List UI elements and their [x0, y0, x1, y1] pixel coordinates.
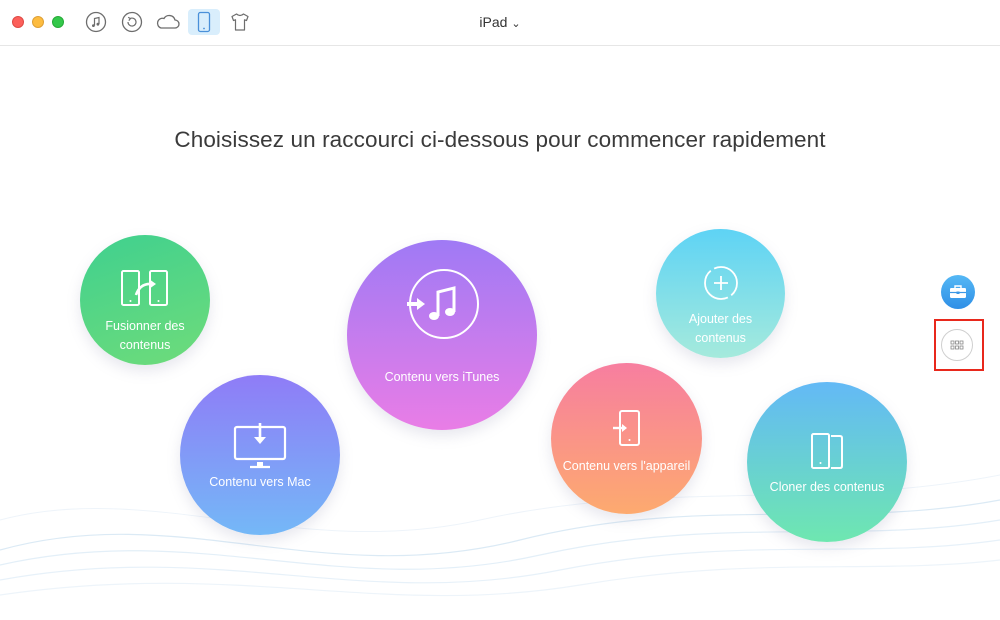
shortcut-add-label-line2: contenus: [695, 331, 746, 345]
shortcut-clone-contents[interactable]: Cloner des contenus: [747, 382, 907, 542]
monitor-download-icon: [233, 423, 287, 469]
ipad-device-icon: [197, 11, 211, 33]
device-import-icon: [613, 410, 640, 446]
itunes-transfer-icon: [407, 269, 479, 339]
toolbar-backup-button[interactable]: [116, 9, 148, 35]
window-minimize-button[interactable]: [32, 16, 44, 28]
highlight-box: [934, 319, 984, 371]
title-bar: iPad ⌄: [0, 0, 1000, 46]
device-selector-row: iPad ⌄: [0, 14, 1000, 30]
device-name: iPad: [479, 14, 508, 30]
shortcut-content-to-mac[interactable]: Contenu vers Mac: [180, 375, 340, 535]
app-window: iPad ⌄ Choisissez un raccourci ci-dessou…: [0, 0, 1000, 620]
tshirt-icon: [231, 13, 249, 31]
merge-icon: [121, 270, 168, 306]
toolbox-button[interactable]: [941, 275, 975, 309]
shortcut-content-to-itunes[interactable]: Contenu vers iTunes: [347, 240, 537, 430]
add-crosshair-icon: [704, 266, 738, 300]
toolbar-skin-button[interactable]: [224, 9, 256, 35]
shortcut-content-to-device[interactable]: Contenu vers l'appareil: [551, 363, 702, 514]
toolbar-device-button[interactable]: [188, 9, 220, 35]
cloud-icon: [156, 14, 180, 29]
shortcut-device-label: Contenu vers l'appareil: [562, 459, 691, 473]
window-close-button[interactable]: [12, 16, 24, 28]
shortcut-merge-label-line1: Fusionner des: [105, 319, 185, 333]
page-headline: Choisissez un raccourci ci-dessous pour …: [174, 127, 826, 152]
window-zoom-button[interactable]: [52, 16, 64, 28]
clone-devices-icon: [811, 433, 843, 469]
shortcut-clone-label: Cloner des contenus: [769, 480, 885, 494]
shortcut-itunes-label: Contenu vers iTunes: [384, 370, 500, 384]
chevron-down-icon: ⌄: [511, 18, 521, 30]
toolbar-cloud-button[interactable]: [152, 9, 184, 35]
music-icon: [85, 11, 107, 33]
backup-restore-icon: [121, 11, 143, 33]
shortcut-merge-label-line2: contenus: [119, 338, 171, 352]
device-selector[interactable]: iPad ⌄: [479, 14, 520, 30]
shortcut-add-label-line1: Ajouter des: [688, 312, 753, 326]
shortcut-merge-contents[interactable]: Fusionner des contenus: [80, 235, 210, 365]
toolbar-music-button[interactable]: [80, 9, 112, 35]
shortcut-mac-label: Contenu vers Mac: [209, 475, 311, 489]
toolbox-icon: [950, 285, 966, 298]
shortcut-add-contents[interactable]: Ajouter des contenus: [656, 229, 785, 358]
